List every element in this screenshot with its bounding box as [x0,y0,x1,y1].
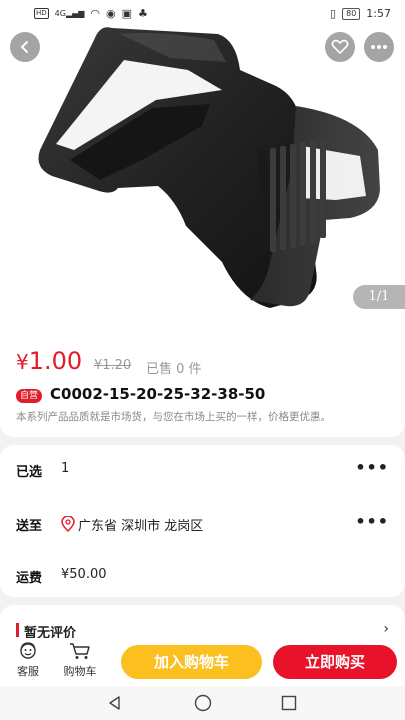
notification-icon: ▣ [121,7,133,20]
section-accent-bar [16,623,19,637]
original-price: ¥1.20 [94,358,132,373]
more-dots-icon: ••• [355,458,389,477]
freight-value: ¥50.00 [61,567,107,582]
customer-service-button[interactable]: 客服 [8,642,48,679]
image-pager: 1/1 [353,285,405,309]
battery-icon: 80 [342,7,361,20]
selected-value: 1 [61,461,70,476]
spec-card: 已选 1 ••• 送至 广东省 深圳市 龙岗区 ••• 运费 ¥50.00 [0,445,405,597]
sold-count: 已售 0 件 [146,362,202,377]
vibrate-icon: ▯ [330,7,337,20]
add-to-cart-button[interactable]: 加入购物车 [121,645,262,679]
product-description: 本系列产品品质就是市场货，与您在市场上买的一样，价格更优惠。 [16,411,331,423]
selected-label: 已选 [16,465,43,480]
shopping-cart-icon [70,643,90,659]
cart-button[interactable]: 购物车 [60,642,100,679]
more-button[interactable] [364,32,394,62]
qq-icon: ♣ [138,7,148,20]
more-dots-icon: ••• [355,512,389,531]
product-title: C0002-15-20-25-32-38-50 [50,385,266,403]
eye-icon: ◉ [106,7,116,20]
product-info-card: ¥1.00 ¥1.20 已售 0 件 自营 C0002-15-20-25-32-… [0,325,405,437]
favorite-button[interactable] [325,32,355,62]
back-nav-icon[interactable] [107,695,123,711]
chevron-right-icon: › [383,621,389,637]
selected-row[interactable]: 已选 1 ••• [0,445,405,495]
buy-now-button[interactable]: 立即购买 [273,645,397,679]
clock: 1:57 [366,7,391,20]
customer-service-label: 客服 [17,665,39,678]
bottom-action-bar: 客服 购物车 加入购物车 立即购买 [0,638,405,686]
hd-badge: HD [34,8,49,19]
ship-to-row[interactable]: 送至 广东省 深圳市 龙岗区 ••• [0,500,405,550]
ship-to-label: 送至 [16,519,43,534]
ship-to-address: 广东省 深圳市 龙岗区 [78,519,204,534]
more-dots-icon [371,45,387,49]
product-image-area[interactable]: 1/1 [0,0,405,325]
self-operated-badge: 自营 [16,389,43,403]
back-button[interactable] [10,32,40,62]
location-pin-icon [61,516,75,532]
status-bar: HD 4G▂▄▆ ◠ ◉ ▣ ♣ ▯ 80 1:57 [0,0,405,28]
heart-icon [331,39,349,55]
signal-icon: 4G▂▄▆ [54,9,85,18]
system-nav-bar [0,686,405,720]
freight-label: 运费 [16,571,43,586]
chevron-left-icon [20,41,28,53]
freight-row: 运费 ¥50.00 [0,553,405,597]
cart-label: 购物车 [63,665,97,678]
recents-nav-icon[interactable] [281,695,297,711]
product-detail-screen: 1/1 HD 4G▂▄▆ ◠ ◉ ▣ ♣ ▯ 80 1:57 ¥1.00 ¥1.… [0,0,405,720]
wifi-icon: ◠ [90,7,101,20]
home-nav-icon[interactable] [194,694,212,712]
current-price: ¥1.00 [16,347,83,375]
customer-service-icon [20,642,36,659]
